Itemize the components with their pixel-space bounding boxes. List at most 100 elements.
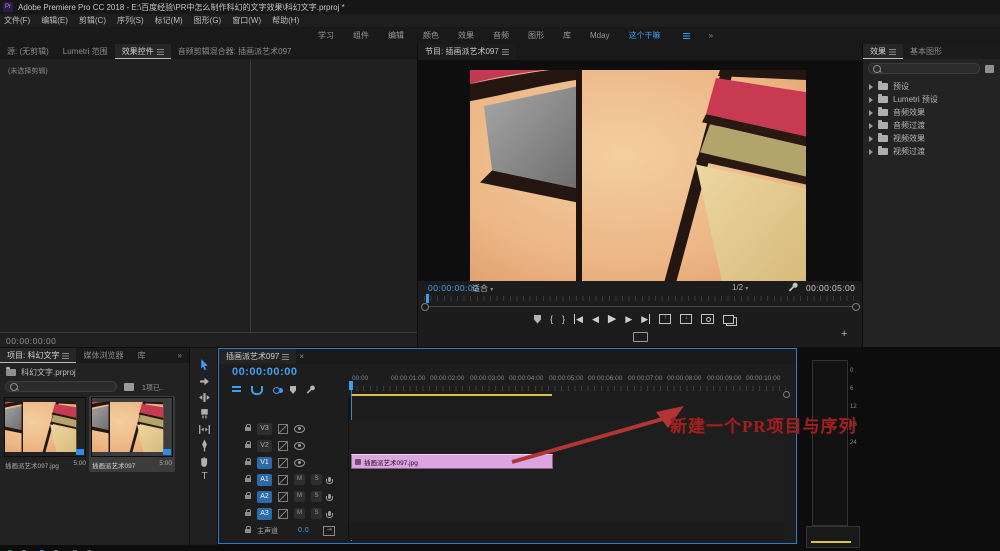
tab-effect-controls[interactable]: 效果控件 [115,44,171,59]
tab-media-browser[interactable]: 媒体浏览器 [76,348,130,363]
solo-button[interactable]: S [311,508,322,519]
add-marker-icon[interactable] [534,315,541,324]
tab-program-monitor[interactable]: 节目: 插画派艺术097 [418,44,516,59]
menu-sequence[interactable]: 序列(S) [117,15,144,26]
workspace-overflow-icon[interactable]: » [709,31,713,40]
program-zoom-dropdown[interactable]: 1/2 ▾ [732,283,748,292]
lock-icon[interactable] [245,478,251,482]
menu-help[interactable]: 帮助(H) [272,15,299,26]
project-item-name[interactable]: 插画派艺术097 [92,460,150,470]
step-forward-icon[interactable]: ▶ [625,314,632,324]
type-tool[interactable]: T [198,471,211,484]
voiceover-record-icon[interactable] [328,494,331,499]
lock-icon[interactable] [245,427,251,431]
button-editor-icon[interactable] [633,332,648,342]
sync-lock-icon[interactable] [278,458,288,468]
toggle-track-output-icon[interactable] [294,442,305,450]
timeline-timecode[interactable]: 00:00:00:00 [232,366,297,378]
workspace-graphics[interactable]: 图形 [528,30,544,41]
sync-lock-icon[interactable] [278,492,288,502]
lock-icon[interactable] [245,529,251,533]
ripple-edit-tool[interactable] [198,391,211,404]
effects-bin-row[interactable]: 视频过渡 [863,145,1000,158]
pen-tool[interactable] [198,439,211,452]
fit-icon[interactable]: ⇥ [323,526,335,536]
work-area-bar[interactable] [351,394,552,396]
sync-lock-icon[interactable] [278,441,288,451]
twirl-right-icon[interactable] [869,123,873,129]
panel-menu-icon[interactable] [282,354,289,360]
ruler-end-handle[interactable] [783,391,790,398]
sync-lock-icon[interactable] [278,475,288,485]
effects-search-input[interactable] [868,63,980,74]
track-target-v1[interactable]: V1 [257,457,272,469]
add-button-icon[interactable]: + [841,328,847,340]
effects-bin-row[interactable]: 音频过渡 [863,119,1000,132]
toggle-track-output-icon[interactable] [294,459,305,467]
track-target-a1[interactable]: A1 [257,474,272,486]
workspace-custom-1[interactable]: Mday [590,31,610,40]
master-volume-value[interactable]: 0.0 [298,527,309,534]
add-marker-icon[interactable] [290,386,296,394]
effects-bin-row[interactable]: Lumetri 预设 [863,93,1000,106]
program-time-ruler[interactable] [424,296,856,301]
play-button-icon[interactable]: ▶ [608,314,616,324]
export-frame-icon[interactable] [701,314,714,324]
project-item-thumbnail[interactable] [5,398,85,456]
close-icon[interactable]: × [296,349,307,364]
menu-window[interactable]: 窗口(W) [232,15,261,26]
timeline-settings-wrench-icon[interactable] [306,385,316,395]
step-back-icon[interactable]: ◀ [592,314,599,324]
workspace-color[interactable]: 颜色 [423,30,439,41]
slip-tool[interactable] [198,423,211,436]
mark-in-icon[interactable]: { [550,314,553,324]
panel-menu-icon[interactable] [502,49,509,55]
audio-track-lane[interactable] [349,488,784,506]
twirl-right-icon[interactable] [869,97,873,103]
effects-bin-row[interactable]: 预设 [863,80,1000,93]
program-timecode[interactable]: 00:00:00:00 [428,283,478,293]
linked-selection-icon[interactable] [273,387,280,394]
toggle-track-output-icon[interactable] [294,425,305,433]
program-settings-wrench-icon[interactable] [788,282,799,293]
twirl-right-icon[interactable] [869,149,873,155]
menu-edit[interactable]: 编辑(E) [41,15,68,26]
effects-bin-row[interactable]: 音频效果 [863,106,1000,119]
track-select-tool[interactable] [198,375,211,388]
project-filter-button[interactable] [124,383,134,391]
tab-project[interactable]: 项目: 科幻文字 [0,348,76,363]
project-breadcrumb[interactable]: 科幻文字.prproj [6,367,76,378]
lock-icon[interactable] [245,461,251,465]
mute-button[interactable]: M [294,491,305,502]
razor-tool[interactable] [198,407,211,420]
scrollbar-handle-left[interactable] [421,303,429,311]
hand-tool[interactable] [198,455,211,468]
menu-graphics[interactable]: 图形(G) [194,15,222,26]
panel-menu-icon[interactable] [157,49,164,55]
program-playhead[interactable] [426,294,429,303]
workspace-audio[interactable]: 音频 [493,30,509,41]
workspace-editing[interactable]: 编辑 [388,30,404,41]
workspace-libraries[interactable]: 库 [563,30,571,41]
menu-file[interactable]: 文件(F) [4,15,30,26]
new-custom-bin-icon[interactable] [985,65,994,73]
panel-menu-icon[interactable] [889,49,896,55]
track-target-a3[interactable]: A3 [257,508,272,520]
project-overflow-icon[interactable]: » [171,348,189,363]
program-fit-dropdown[interactable]: 适合 ▾ [472,283,493,294]
lock-icon[interactable] [245,495,251,499]
solo-button[interactable]: S [311,474,322,485]
workspace-assembly[interactable]: 组件 [353,30,369,41]
goto-in-icon[interactable]: ◀ [574,314,583,324]
insert-nest-icon[interactable] [232,386,241,394]
lift-icon[interactable]: ↑ [659,314,671,324]
project-item-thumbnail[interactable] [92,398,172,456]
twirl-right-icon[interactable] [869,84,873,90]
workspace-effects[interactable]: 效果 [458,30,474,41]
workspace-menu-icon[interactable] [683,33,690,39]
voiceover-record-icon[interactable] [328,477,331,482]
track-target-a2[interactable]: A2 [257,491,272,503]
tab-audio-clip-mixer[interactable]: 音频剪辑混合器: 插画派艺术097 [171,44,299,59]
audio-track-lane[interactable] [349,471,784,489]
workspace-active[interactable]: 这个干嘛 [629,30,661,41]
